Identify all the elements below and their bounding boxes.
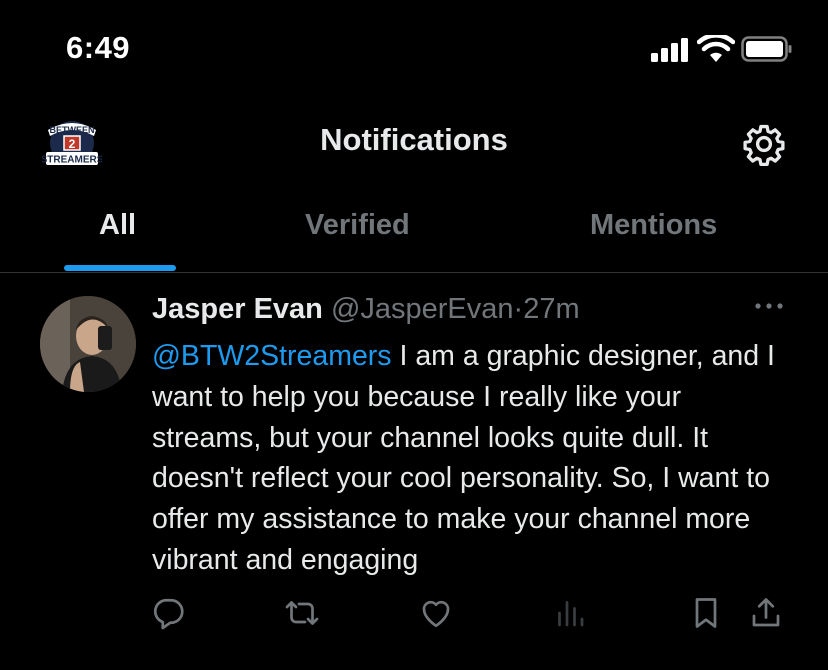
tweet-header: Jasper Evan @JasperEvan·27m: [152, 293, 580, 326]
retweet-icon[interactable]: [284, 595, 320, 631]
signal-icon: [651, 38, 691, 62]
page-title: Notifications: [320, 122, 508, 157]
separator-dot: ·: [513, 293, 524, 325]
author-name[interactable]: Jasper Evan: [152, 293, 323, 325]
share-icon[interactable]: [748, 595, 784, 631]
reply-icon[interactable]: [150, 595, 186, 631]
bookmark-icon[interactable]: [688, 595, 724, 631]
notification-tabs: All Verified Mentions: [0, 195, 828, 273]
views-icon[interactable]: [552, 595, 588, 631]
tab-all[interactable]: All: [99, 209, 136, 242]
mention-link[interactable]: @BTW2Streamers: [152, 340, 392, 372]
gear-icon[interactable]: [742, 122, 786, 166]
tweet-text: @BTW2Streamers I am a graphic designer, …: [152, 336, 792, 581]
tweet-time[interactable]: 27m: [523, 293, 579, 325]
battery-icon: [741, 36, 793, 62]
like-icon[interactable]: [418, 595, 454, 631]
avatar[interactable]: [40, 296, 136, 392]
notification-tweet[interactable]: Jasper Evan @JasperEvan·27m @BTW2Streame…: [0, 273, 828, 670]
status-bar: 6:49: [0, 0, 828, 100]
tab-verified[interactable]: Verified: [305, 209, 410, 242]
active-tab-indicator: [64, 265, 176, 271]
notifications-header: BETWEEN 2 STREAMERS Notifications: [0, 100, 828, 190]
tab-mentions[interactable]: Mentions: [590, 209, 717, 242]
tweet-body: I am a graphic designer, and I want to h…: [152, 340, 775, 576]
wifi-icon: [697, 35, 735, 63]
author-handle[interactable]: @JasperEvan: [331, 293, 514, 325]
more-options-icon[interactable]: [752, 300, 786, 312]
status-time: 6:49: [66, 30, 131, 65]
tweet-actions: [0, 595, 828, 635]
